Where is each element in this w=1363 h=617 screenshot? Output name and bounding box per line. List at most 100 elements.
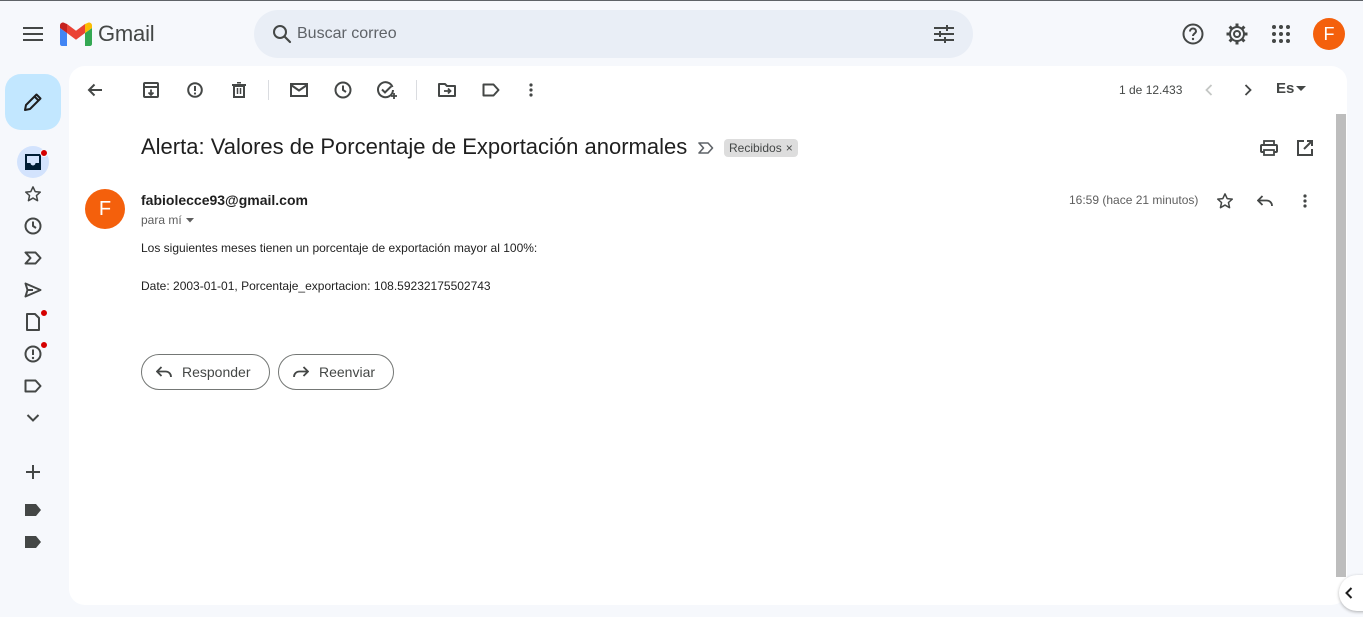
snooze-button[interactable] [323, 74, 363, 106]
message-panel: 1 de 12.433 Es Alerta: Valores de Porcen… [69, 66, 1347, 605]
more-vert-icon [1303, 194, 1307, 208]
toolbar-divider [268, 80, 269, 100]
add-task-icon [377, 81, 397, 99]
rail-label-1[interactable] [13, 494, 53, 526]
open-new-window-button[interactable] [1291, 134, 1319, 162]
recipient-text: para mí [141, 213, 182, 227]
add-to-tasks-button[interactable] [367, 74, 407, 106]
pencil-icon [24, 93, 42, 111]
importance-marker[interactable] [695, 137, 717, 159]
rail-labels[interactable] [13, 370, 53, 402]
send-icon [24, 282, 42, 298]
rail-starred[interactable] [13, 178, 53, 210]
clock-icon [24, 217, 42, 235]
dropdown-arrow-icon [185, 217, 194, 222]
reply-button[interactable]: Responder [141, 354, 270, 390]
star-button[interactable] [1212, 188, 1238, 214]
remove-label-icon[interactable]: × [786, 141, 793, 155]
print-all-button[interactable] [1255, 134, 1283, 162]
archive-button[interactable] [131, 74, 171, 106]
arrow-back-icon [87, 83, 102, 97]
reply-icon-button[interactable] [1252, 188, 1278, 214]
gmail-m-icon [60, 22, 92, 46]
sender-avatar[interactable]: F [85, 189, 125, 229]
chevron-left-icon [1205, 84, 1213, 96]
email-subject: Alerta: Valores de Porcentaje de Exporta… [141, 134, 688, 159]
side-panel-toggle[interactable] [1339, 575, 1363, 611]
settings-button[interactable] [1217, 14, 1257, 54]
mail-icon [290, 83, 308, 97]
chevron-right-icon [1244, 84, 1252, 96]
plus-icon [26, 465, 40, 479]
open-in-new-icon [1297, 140, 1313, 156]
apps-icon [1272, 25, 1290, 43]
input-tools-button[interactable]: Es [1276, 80, 1307, 97]
forward-button[interactable]: Reenviar [278, 354, 394, 390]
reply-icon [156, 366, 172, 378]
account-avatar[interactable]: F [1313, 18, 1345, 50]
search-button[interactable] [262, 14, 302, 54]
toolbar-divider [416, 80, 417, 100]
rail-sent[interactable] [13, 274, 53, 306]
report-spam-button[interactable] [175, 74, 215, 106]
rail-spam[interactable] [13, 338, 53, 370]
older-button[interactable] [1228, 74, 1268, 106]
move-to-button[interactable] [427, 74, 467, 106]
help-icon [1182, 23, 1204, 45]
message-more-button[interactable] [1292, 188, 1318, 214]
settings-icon [1226, 23, 1248, 45]
tune-icon [934, 25, 954, 43]
scrollbar-thumb[interactable] [1336, 114, 1346, 577]
labels-button[interactable] [471, 74, 511, 106]
rail-important[interactable] [13, 242, 53, 274]
rail-drafts[interactable] [13, 306, 53, 338]
more-options-button[interactable] [511, 74, 551, 106]
star-icon [24, 186, 42, 202]
inbox-icon [25, 154, 41, 170]
rail-snoozed[interactable] [13, 210, 53, 242]
menu-icon [23, 27, 43, 41]
spam-icon [187, 82, 203, 98]
create-label-button[interactable] [13, 456, 53, 488]
rail-inbox[interactable] [13, 146, 53, 178]
email-timestamp: 16:59 (hace 21 minutos) [1069, 193, 1199, 207]
main-menu-button[interactable] [13, 14, 53, 54]
search-input[interactable] [297, 22, 897, 46]
email-body-line: Date: 2003-01-01, Porcentaje_exportacion… [141, 279, 491, 293]
help-button[interactable] [1173, 14, 1213, 54]
compose-button[interactable] [5, 74, 61, 130]
sender-email[interactable]: fabiolecce93@gmail.com [141, 192, 308, 208]
mark-unread-button[interactable] [279, 74, 319, 106]
drafts-badge [40, 309, 48, 317]
rail-label-2[interactable] [13, 526, 53, 558]
rail-more[interactable] [13, 402, 53, 434]
recipient-details-toggle[interactable]: para mí [141, 213, 194, 227]
dropdown-arrow-icon [1296, 85, 1307, 91]
label-chip[interactable]: Recibidos × [724, 139, 798, 157]
more-vert-icon [529, 83, 533, 97]
label-filled-icon [25, 536, 41, 548]
search-options-button[interactable] [924, 14, 964, 54]
spam-icon [24, 345, 42, 363]
chevron-down-icon [26, 414, 40, 422]
label-chip-text: Recibidos [729, 141, 782, 155]
search-bar[interactable] [254, 10, 973, 58]
move-folder-icon [438, 83, 456, 97]
gmail-logo[interactable]: Gmail [60, 19, 155, 49]
draft-icon [26, 313, 40, 331]
reply-button-label: Responder [182, 364, 251, 380]
label-icon [24, 379, 42, 393]
sender-initial: F [98, 197, 112, 220]
newer-button[interactable] [1189, 74, 1229, 106]
important-icon [24, 251, 42, 265]
trash-icon [232, 82, 246, 98]
input-language: Es [1276, 80, 1295, 97]
back-button[interactable] [75, 74, 115, 106]
delete-button[interactable] [219, 74, 259, 106]
forward-button-label: Reenviar [319, 364, 376, 380]
print-icon [1260, 140, 1278, 156]
google-apps-button[interactable] [1261, 14, 1301, 54]
app-name: Gmail [98, 21, 155, 46]
inbox-badge [40, 149, 48, 157]
spam-badge [40, 341, 48, 349]
